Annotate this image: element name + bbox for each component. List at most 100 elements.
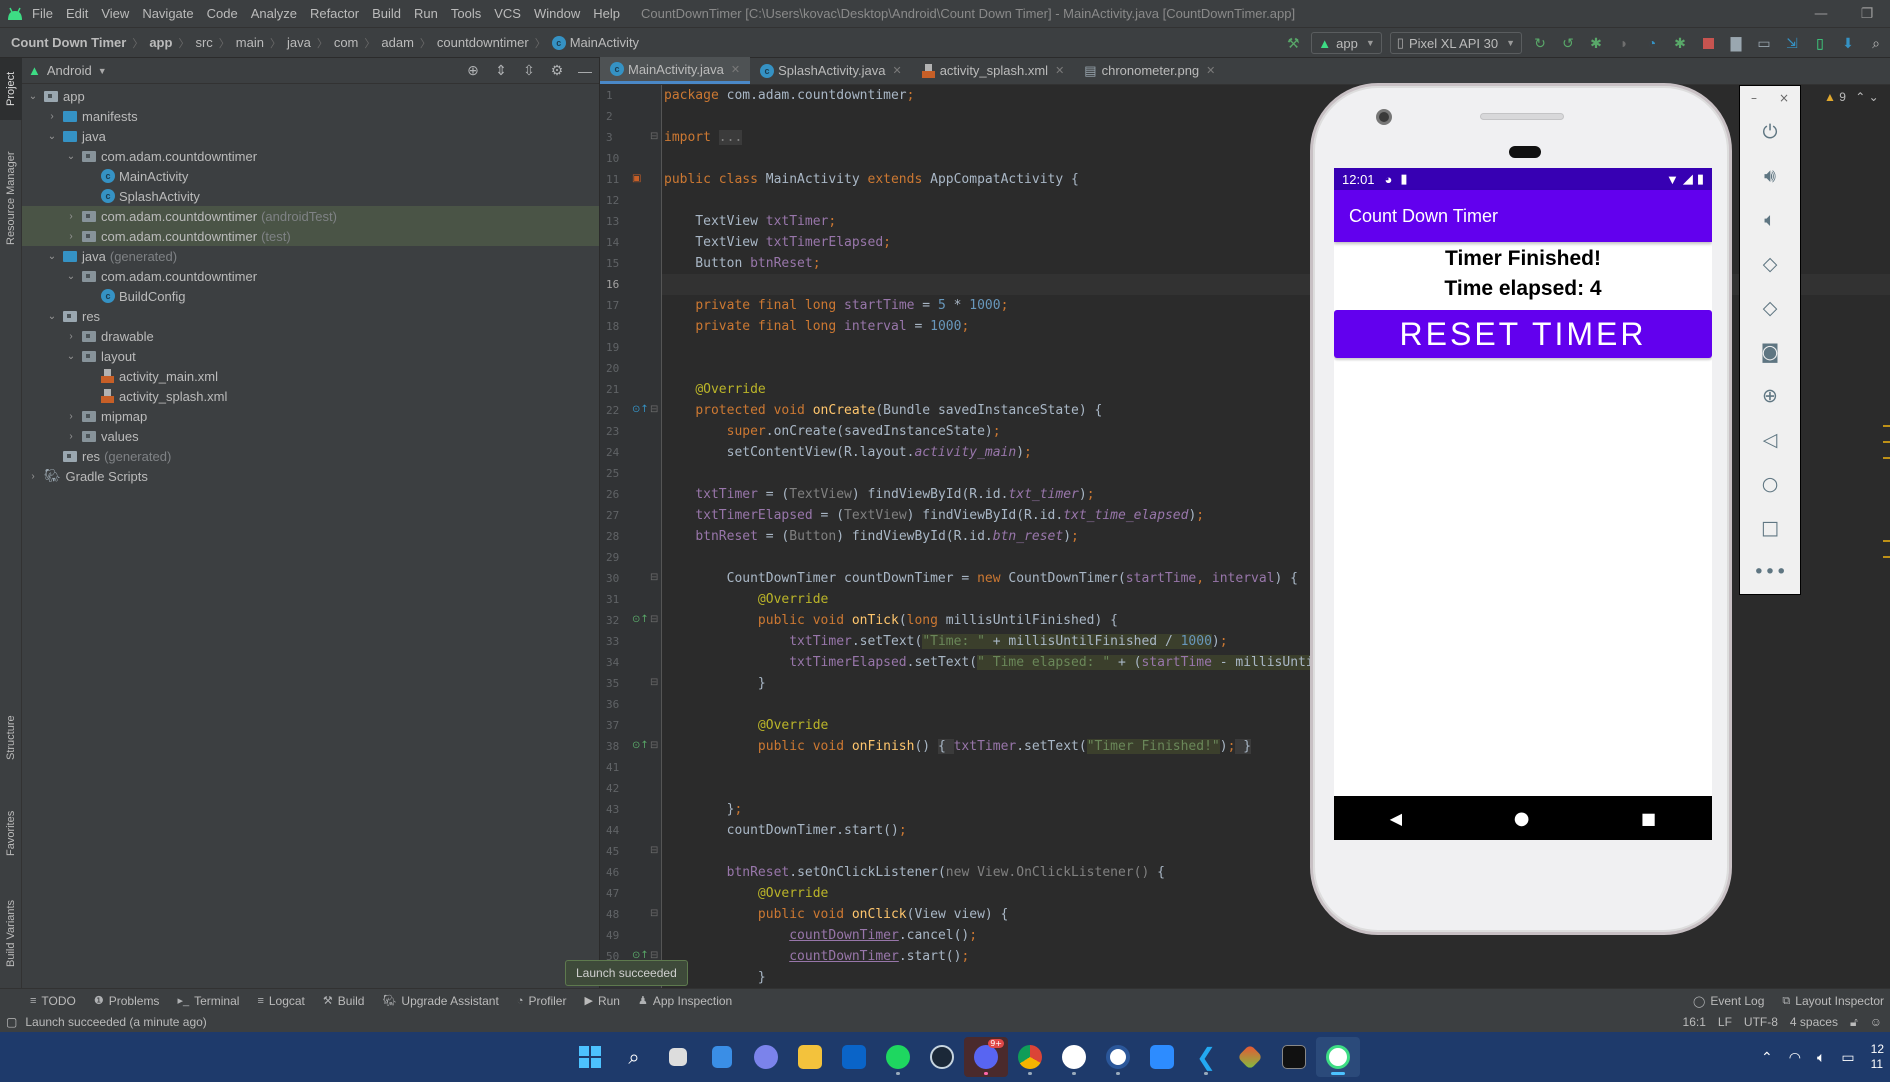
tab-chronometer-png[interactable]: ▤ chronometer.png ✕ bbox=[1074, 57, 1225, 84]
scroll-marker[interactable] bbox=[1883, 441, 1890, 443]
taskbar-terminal[interactable] bbox=[1272, 1037, 1316, 1077]
volume-up-icon[interactable]: 🔊︎ bbox=[1740, 154, 1800, 198]
file-encoding[interactable]: UTF-8 bbox=[1744, 1015, 1778, 1029]
menu-help[interactable]: Help bbox=[593, 6, 620, 21]
chevron-down-icon[interactable]: ▼ bbox=[98, 66, 107, 76]
code-line[interactable]: countDownTimer.start(); bbox=[664, 820, 907, 841]
tool-run[interactable]: ▶ Run bbox=[584, 994, 619, 1008]
code-line[interactable]: @Override bbox=[664, 883, 828, 904]
clock[interactable]: 12 11 bbox=[1871, 1042, 1884, 1072]
code-line[interactable]: countDownTimer.start(); bbox=[664, 946, 969, 967]
minimize-window-button[interactable]: — bbox=[1798, 6, 1844, 22]
menu-view[interactable]: View bbox=[101, 6, 129, 21]
code-line[interactable]: Button btnReset; bbox=[664, 253, 820, 274]
chevron-up-icon[interactable]: ⌃ bbox=[1855, 90, 1865, 104]
scroll-marker[interactable] bbox=[1883, 556, 1890, 558]
menu-navigate[interactable]: Navigate bbox=[142, 6, 193, 21]
indent-setting[interactable]: 4 spaces bbox=[1790, 1015, 1838, 1029]
chevron-down-icon[interactable]: ⌄ bbox=[45, 131, 59, 142]
rotate-left-icon[interactable]: ◇ bbox=[1740, 242, 1800, 286]
taskbar-slack[interactable] bbox=[1052, 1037, 1096, 1077]
tab-mainactivity-java[interactable]: c MainActivity.java ✕ bbox=[600, 57, 751, 84]
taskbar-discord[interactable]: 9+ bbox=[964, 1037, 1008, 1077]
tree-item[interactable]: › com.adam.countdowntimer (test) bbox=[22, 226, 599, 246]
code-line[interactable]: btnReset.setOnClickListener(new View.OnC… bbox=[664, 862, 1165, 883]
overview-icon[interactable]: □ bbox=[1740, 506, 1800, 550]
expand-all-icon[interactable]: ⇕ bbox=[487, 62, 515, 79]
tree-item[interactable]: res (generated) bbox=[22, 446, 599, 466]
caret-position[interactable]: 16:1 bbox=[1683, 1015, 1706, 1029]
run-config-select[interactable]: ▲ app ▼ bbox=[1311, 32, 1382, 54]
fold-icon[interactable]: ⊟ bbox=[650, 845, 658, 856]
code-line[interactable]: import ... bbox=[664, 127, 743, 148]
chevron-right-icon[interactable]: › bbox=[64, 331, 78, 342]
chevron-down-icon[interactable]: ⌄ bbox=[45, 311, 59, 322]
tree-item[interactable]: ⌄ java bbox=[22, 126, 599, 146]
code-line[interactable]: } bbox=[664, 673, 766, 694]
taskbar-steam[interactable] bbox=[920, 1037, 964, 1077]
breadcrumb-item[interactable]: countdowntimer bbox=[434, 35, 532, 50]
tree-item[interactable]: activity_splash.xml bbox=[22, 386, 599, 406]
status-toggle-icon[interactable]: ▢ bbox=[6, 1015, 17, 1029]
tree-item[interactable]: c MainActivity bbox=[22, 166, 599, 186]
camera-icon[interactable]: ◙ bbox=[1740, 330, 1800, 374]
chevron-up-icon[interactable]: ⌃ bbox=[1761, 1049, 1773, 1066]
menu-analyze[interactable]: Analyze bbox=[251, 6, 297, 21]
tab-resource-manager[interactable]: Resource Manager bbox=[0, 138, 22, 258]
code-line[interactable]: txtTimerElapsed.setText(" Time elapsed: … bbox=[664, 652, 1385, 673]
code-line[interactable]: protected void onCreate(Bundle savedInst… bbox=[664, 400, 1102, 421]
breadcrumb-item[interactable]: c MainActivity bbox=[549, 35, 642, 51]
scroll-marker[interactable] bbox=[1883, 425, 1890, 427]
fold-icon[interactable]: ⊟ bbox=[650, 404, 658, 415]
lock-icon[interactable]: 🔓︎ bbox=[1850, 1015, 1858, 1030]
tool-logcat[interactable]: ≡ Logcat bbox=[257, 994, 304, 1008]
implement-icon[interactable]: ⊙↑ bbox=[632, 740, 649, 751]
search-icon[interactable]: ⌕ bbox=[1864, 33, 1888, 53]
chevron-down-icon[interactable]: ⌄ bbox=[64, 271, 78, 282]
breadcrumb-item[interactable]: adam bbox=[378, 35, 417, 50]
breadcrumb-item[interactable]: Count Down Timer bbox=[8, 35, 129, 50]
sync-gradle-icon[interactable]: ⇲ bbox=[1780, 33, 1804, 53]
menu-code[interactable]: Code bbox=[207, 6, 238, 21]
avd-manager-icon[interactable]: ▭ bbox=[1752, 33, 1776, 53]
apply-code-changes-icon[interactable]: ↺ bbox=[1556, 33, 1580, 53]
tab-splashactivity-java[interactable]: c SplashActivity.java ✕ bbox=[750, 57, 912, 84]
breadcrumb-item[interactable]: java bbox=[284, 35, 314, 50]
line-separator[interactable]: LF bbox=[1718, 1015, 1732, 1029]
fold-icon[interactable]: ⊟ bbox=[650, 131, 658, 142]
back-icon[interactable]: ◁ bbox=[1740, 418, 1800, 462]
locate-icon[interactable]: ⊕ bbox=[459, 62, 487, 79]
menu-refactor[interactable]: Refactor bbox=[310, 6, 359, 21]
menu-file[interactable]: File bbox=[32, 6, 53, 21]
status-message[interactable]: Launch succeeded (a minute ago) bbox=[25, 1015, 206, 1029]
attach-debugger-icon[interactable]: ✱ bbox=[1668, 33, 1692, 53]
layout-link-icon[interactable]: ▣ bbox=[632, 173, 641, 184]
stop-icon[interactable] bbox=[1696, 33, 1720, 53]
chevron-right-icon[interactable]: › bbox=[64, 211, 78, 222]
menu-run[interactable]: Run bbox=[414, 6, 438, 21]
menu-build[interactable]: Build bbox=[372, 6, 401, 21]
tree-item[interactable]: › values bbox=[22, 426, 599, 446]
fold-icon[interactable]: ⊟ bbox=[650, 740, 658, 751]
inspections-widget[interactable]: ▲ 9 ⌃ ⌄ bbox=[1824, 90, 1879, 104]
code-line[interactable]: TextView txtTimerElapsed; bbox=[664, 232, 891, 253]
chevron-right-icon[interactable]: › bbox=[64, 431, 78, 442]
home-icon[interactable]: ○ bbox=[1740, 462, 1800, 506]
code-line[interactable]: private final long startTime = 5 * 1000; bbox=[664, 295, 1008, 316]
implement-icon[interactable]: ⊙↑ bbox=[632, 614, 649, 625]
project-view-select[interactable]: Android bbox=[47, 63, 92, 78]
battery-icon[interactable]: ▭ bbox=[1841, 1049, 1854, 1066]
code-line[interactable]: @Override bbox=[664, 379, 765, 400]
taskbar-file-explorer[interactable] bbox=[788, 1037, 832, 1077]
override-icon[interactable]: ⊙↑ bbox=[632, 404, 649, 415]
reset-timer-button[interactable]: RESET TIMER bbox=[1334, 310, 1712, 358]
taskbar-zoom[interactable] bbox=[1140, 1037, 1184, 1077]
apply-changes-icon[interactable]: ↻ bbox=[1528, 33, 1552, 53]
tree-item[interactable]: › manifests bbox=[22, 106, 599, 126]
chevron-down-icon[interactable]: ⌄ bbox=[64, 151, 78, 162]
sdk-manager-icon[interactable]: ⬇ bbox=[1836, 33, 1860, 53]
chevron-down-icon[interactable]: ⌄ bbox=[1869, 90, 1879, 104]
taskbar-git[interactable] bbox=[1228, 1037, 1272, 1077]
tree-item[interactable]: activity_main.xml bbox=[22, 366, 599, 386]
gear-icon[interactable]: ⚙ bbox=[543, 62, 571, 79]
